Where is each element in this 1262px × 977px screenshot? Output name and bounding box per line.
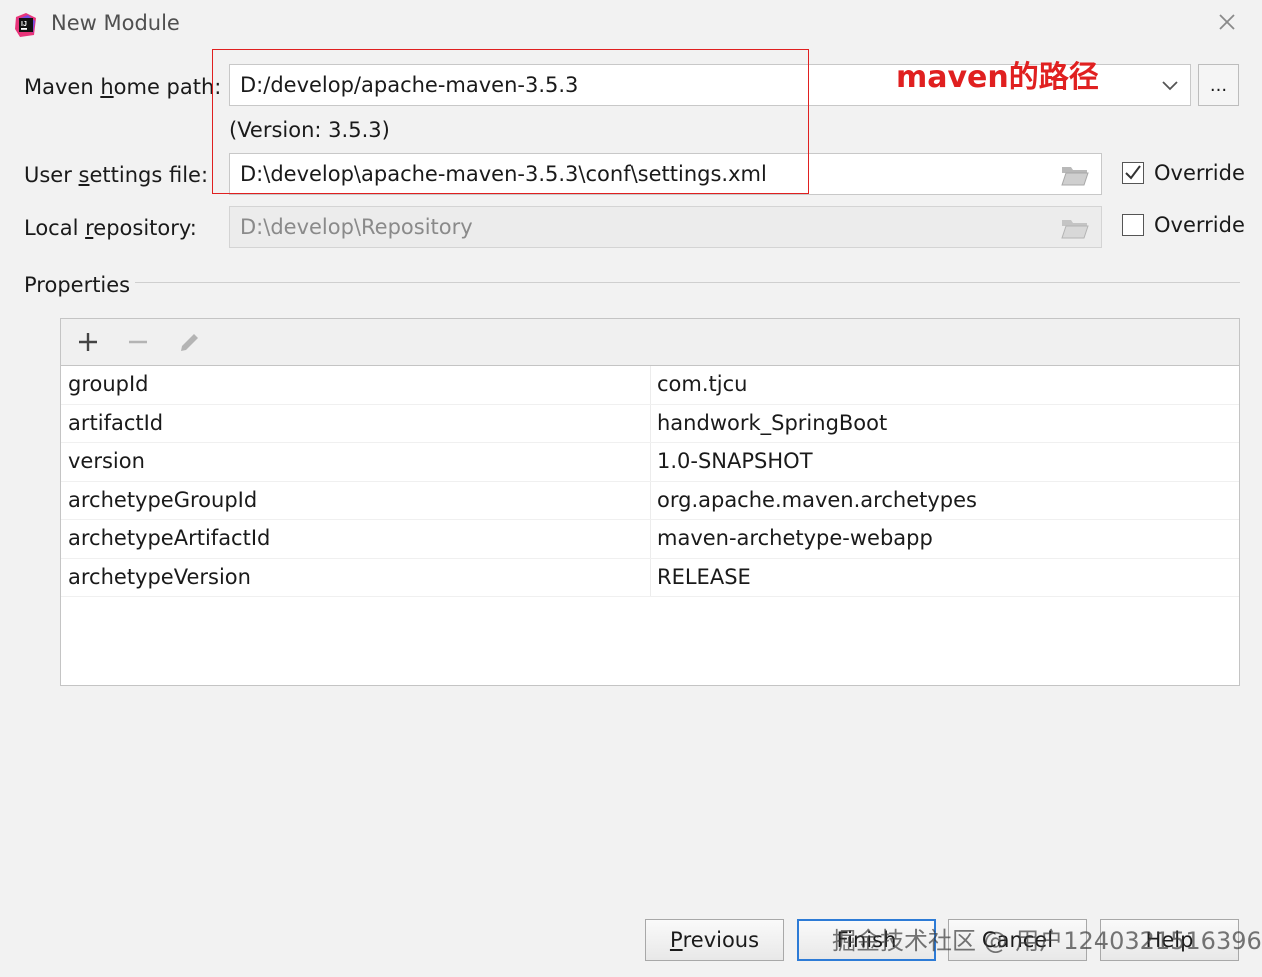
property-value: maven-archetype-webapp <box>657 526 933 550</box>
property-key: archetypeVersion <box>68 564 251 589</box>
local-repo-override-checkbox[interactable] <box>1122 214 1144 236</box>
add-icon[interactable] <box>75 329 101 355</box>
intellij-app-icon: IJ <box>15 13 36 37</box>
column-separator <box>650 558 651 596</box>
user-settings-value: D:\develop\apache-maven-3.5.3\conf\setti… <box>240 162 767 186</box>
maven-version-text: (Version: 3.5.3) <box>229 118 390 142</box>
property-key: archetypeGroupId <box>68 487 258 512</box>
maven-home-label: Maven home path: <box>24 75 222 99</box>
chevron-down-icon[interactable] <box>1160 75 1180 95</box>
property-key: archetypeArtifactId <box>68 526 271 550</box>
help-button[interactable]: Help <box>1100 919 1239 961</box>
properties-panel: groupId com.tjcu artifactId handwork_Spring… <box>60 318 1240 686</box>
local-repo-override-label: Override <box>1154 213 1245 237</box>
table-row[interactable]: version 1.0-SNAPSHOT <box>61 443 1239 482</box>
properties-table: groupId com.tjcu artifactId handwork_Spring… <box>61 366 1239 597</box>
properties-section-title: Properties <box>24 273 131 297</box>
column-separator <box>650 520 651 558</box>
column-separator <box>650 404 651 442</box>
folder-open-icon <box>1061 220 1089 239</box>
local-repo-value: D:\develop\Repository <box>240 215 473 239</box>
edit-pencil-icon[interactable] <box>177 329 203 355</box>
user-settings-label: User settings file: <box>24 163 209 187</box>
previous-button[interactable]: Previous <box>645 919 784 961</box>
svg-text:IJ: IJ <box>21 21 27 28</box>
user-settings-input[interactable]: D:\develop\apache-maven-3.5.3\conf\setti… <box>229 153 1102 195</box>
column-separator <box>650 481 651 519</box>
section-separator <box>135 282 1240 283</box>
maven-home-value: D:/develop/apache-maven-3.5.3 <box>240 73 579 97</box>
column-separator <box>650 366 651 404</box>
annotation-text: maven的路径 <box>896 60 1099 95</box>
folder-open-icon[interactable] <box>1061 164 1089 186</box>
table-row[interactable]: archetypeArtifactId maven-archetype-webap… <box>61 520 1239 559</box>
cancel-button[interactable]: Cancel <box>948 919 1087 961</box>
table-row[interactable]: groupId com.tjcu <box>61 366 1239 405</box>
remove-icon[interactable] <box>125 329 151 355</box>
table-row[interactable]: archetypeVersion RELEASE <box>61 558 1239 597</box>
table-row[interactable]: archetypeGroupId org.apache.maven.archety… <box>61 481 1239 520</box>
finish-button[interactable]: Finish <box>797 919 936 961</box>
maven-home-browse-button[interactable]: ... <box>1198 64 1239 106</box>
property-value: org.apache.maven.archetypes <box>657 487 977 512</box>
local-repo-input: D:\develop\Repository <box>229 206 1102 248</box>
close-icon[interactable] <box>1213 8 1241 36</box>
property-value: com.tjcu <box>657 372 748 396</box>
properties-toolbar <box>61 319 1239 366</box>
property-key: version <box>68 449 145 473</box>
property-value: RELEASE <box>657 564 751 589</box>
window-title: New Module <box>51 11 180 35</box>
checkmark-icon <box>1125 165 1141 180</box>
column-separator <box>650 443 651 481</box>
property-key: artifactId <box>68 410 164 435</box>
local-repo-label: Local repository: <box>24 216 197 240</box>
property-value: handwork_SpringBoot <box>657 410 888 435</box>
property-value: 1.0-SNAPSHOT <box>657 449 813 473</box>
table-row[interactable]: artifactId handwork_SpringBoot <box>61 404 1239 443</box>
property-key: groupId <box>68 372 149 396</box>
user-settings-override-checkbox[interactable] <box>1122 162 1144 184</box>
user-settings-override-label: Override <box>1154 161 1245 185</box>
